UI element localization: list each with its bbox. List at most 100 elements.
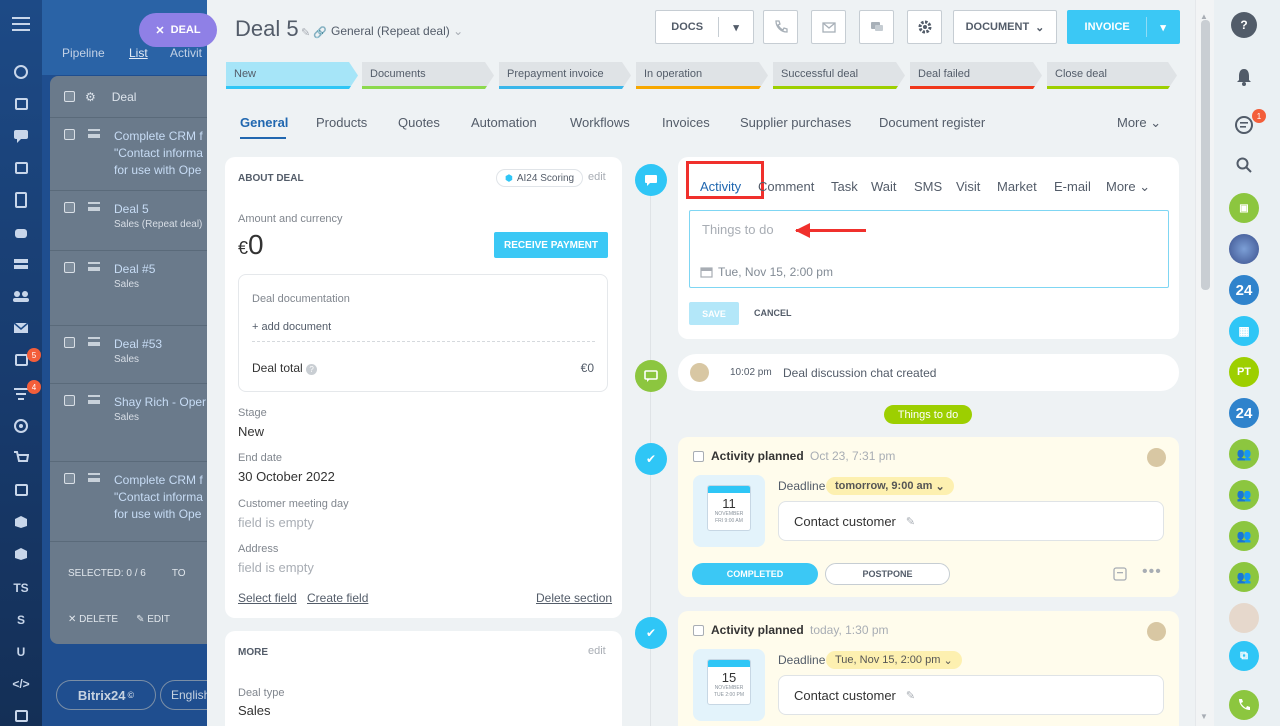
deal-type-value[interactable]: Sales xyxy=(238,703,271,718)
storage-icon[interactable] xyxy=(11,254,31,274)
save-button[interactable]: SAVE xyxy=(689,302,739,325)
mail-icon[interactable] xyxy=(11,318,31,338)
chat-icon[interactable] xyxy=(11,126,31,146)
scroll-down-icon[interactable]: ▼ xyxy=(1200,712,1208,721)
app-s[interactable]: S xyxy=(11,610,31,630)
avatar-24[interactable]: 24 xyxy=(1229,398,1259,428)
task-tab[interactable]: Task xyxy=(831,179,858,194)
activity-complete-checkbox[interactable] xyxy=(693,625,704,636)
meeting-day-value[interactable]: field is empty xyxy=(238,515,314,530)
row-checkbox[interactable] xyxy=(64,473,75,484)
tab-invoices[interactable]: Invoices xyxy=(662,115,710,130)
visit-tab[interactable]: Visit xyxy=(956,179,980,194)
activity-description[interactable]: Contact customer ✎ xyxy=(778,501,1164,541)
deadline-pill[interactable]: Tue, Nov 15, 2:00 pm ⌄ xyxy=(826,651,962,669)
cancel-button[interactable]: CANCEL xyxy=(754,308,792,318)
group-chat-icon[interactable]: 👥 xyxy=(1229,480,1259,510)
tab-supplier-purchases[interactable]: Supplier purchases xyxy=(740,115,851,130)
row-checkbox[interactable] xyxy=(64,202,75,213)
activity-more-button[interactable]: More ⌄ xyxy=(1106,179,1150,195)
receive-payment-button[interactable]: RECEIVE PAYMENT xyxy=(494,232,608,258)
bot-icon[interactable] xyxy=(11,222,31,242)
activity-description[interactable]: Contact customer ✎ xyxy=(778,675,1164,715)
row-checkbox[interactable] xyxy=(64,337,75,348)
market-tab[interactable]: Market xyxy=(997,179,1037,194)
menu-icon[interactable] xyxy=(11,14,31,34)
address-value[interactable]: field is empty xyxy=(238,560,314,575)
activity-complete-checkbox[interactable] xyxy=(693,451,704,462)
document-button[interactable]: DOCUMENT ⌄ xyxy=(953,10,1057,44)
list-item[interactable]: Deal 5 Sales (Repeat deal) xyxy=(50,191,222,251)
group-chat-icon[interactable]: 👥 xyxy=(1229,562,1259,592)
phone-call-icon[interactable] xyxy=(1229,690,1259,720)
tasks-icon[interactable] xyxy=(11,94,31,114)
cart-icon[interactable] xyxy=(11,448,31,468)
docs-button[interactable]: DOCS ▾ xyxy=(655,10,754,44)
group-chat-icon[interactable]: 👥 xyxy=(1229,439,1259,469)
row-menu-icon[interactable] xyxy=(88,473,100,482)
call-button[interactable] xyxy=(763,10,798,44)
list-item[interactable]: Shay Rich - Oper Sales xyxy=(50,384,222,462)
row-checkbox[interactable] xyxy=(64,129,75,140)
stage-3[interactable]: In operation xyxy=(636,62,768,89)
pencil-icon[interactable]: ✎ xyxy=(906,515,915,528)
tab-workflows[interactable]: Workflows xyxy=(570,115,630,130)
list-item[interactable]: Deal #53 Sales xyxy=(50,326,222,384)
contact-center-icon[interactable]: ▣ xyxy=(1229,193,1259,223)
tab-list[interactable]: List xyxy=(129,46,148,60)
stage-5[interactable]: Deal failed xyxy=(910,62,1042,89)
email-button[interactable] xyxy=(811,10,846,44)
comment-tab[interactable]: Comment xyxy=(758,179,814,194)
slider-scrollbar[interactable]: ▲ ▼ xyxy=(1195,0,1214,726)
invoice-button[interactable]: INVOICE ▾ xyxy=(1067,10,1180,44)
invoice-dropdown-icon[interactable]: ▾ xyxy=(1147,21,1179,34)
email-tab[interactable]: E-mail xyxy=(1054,179,1091,194)
calendar-chat-icon[interactable]: ▦ xyxy=(1229,316,1259,346)
tab-general[interactable]: General xyxy=(240,115,288,130)
tab-products[interactable]: Products xyxy=(316,115,367,130)
stage-4[interactable]: Successful deal xyxy=(773,62,905,89)
feed-icon[interactable] xyxy=(11,62,31,82)
delete-action[interactable]: ✕ DELETE xyxy=(68,614,118,625)
employees-icon[interactable] xyxy=(11,286,31,306)
more-dots-icon[interactable]: ••• xyxy=(1142,563,1162,581)
settings-gear-icon[interactable]: ⚙ xyxy=(85,90,96,104)
code-icon[interactable]: </> xyxy=(11,674,31,694)
row-menu-icon[interactable] xyxy=(88,262,100,271)
settings-button[interactable] xyxy=(907,10,942,44)
box2-icon[interactable] xyxy=(11,544,31,564)
contact-card-icon[interactable] xyxy=(11,480,31,500)
bitrix24-logo-button[interactable]: Bitrix24 © xyxy=(56,680,156,710)
wait-tab[interactable]: Wait xyxy=(871,179,897,194)
responsible-avatar[interactable] xyxy=(1147,622,1166,641)
copy-chat-icon[interactable]: ⧉ xyxy=(1229,641,1259,671)
list-item[interactable]: Deal #5 Sales xyxy=(50,251,222,326)
postpone-button[interactable]: POSTPONE xyxy=(825,563,950,585)
create-field-link[interactable]: Create field xyxy=(307,591,368,605)
stage-1[interactable]: Documents xyxy=(362,62,494,89)
stage-2[interactable]: Prepayment invoice xyxy=(499,62,631,89)
stage-value[interactable]: New xyxy=(238,424,264,439)
activity-tab[interactable]: Activity xyxy=(700,179,741,194)
tab-pipeline[interactable]: Pipeline xyxy=(62,46,105,60)
search-icon[interactable] xyxy=(1229,150,1259,180)
avatar-24[interactable]: 24 xyxy=(1229,275,1259,305)
user-avatar[interactable] xyxy=(1229,234,1259,264)
scrollbar-thumb[interactable] xyxy=(1201,20,1210,290)
close-deal-slider-button[interactable]: ✕ DEAL xyxy=(139,13,217,47)
calendar-icon[interactable] xyxy=(11,158,31,178)
title-edit-icons[interactable]: ✎ 🔗 xyxy=(301,26,327,39)
row-menu-icon[interactable] xyxy=(88,202,100,211)
tab-automation[interactable]: Automation xyxy=(471,115,537,130)
docs-dropdown-icon[interactable]: ▾ xyxy=(719,21,753,34)
user-avatar[interactable] xyxy=(1229,603,1259,633)
app-ts[interactable]: TS xyxy=(11,578,31,598)
list-item[interactable]: Complete CRM f "Contact informa for use … xyxy=(50,118,222,191)
tab-document-register[interactable]: Document register xyxy=(879,115,985,130)
row-menu-icon[interactable] xyxy=(88,129,100,138)
row-menu-icon[interactable] xyxy=(88,395,100,404)
user-avatar[interactable] xyxy=(690,363,709,382)
group-chat-icon[interactable]: 👥 xyxy=(1229,521,1259,551)
deadline-selector[interactable]: Tue, Nov 15, 2:00 pm xyxy=(700,265,833,279)
row-checkbox[interactable] xyxy=(64,262,75,273)
